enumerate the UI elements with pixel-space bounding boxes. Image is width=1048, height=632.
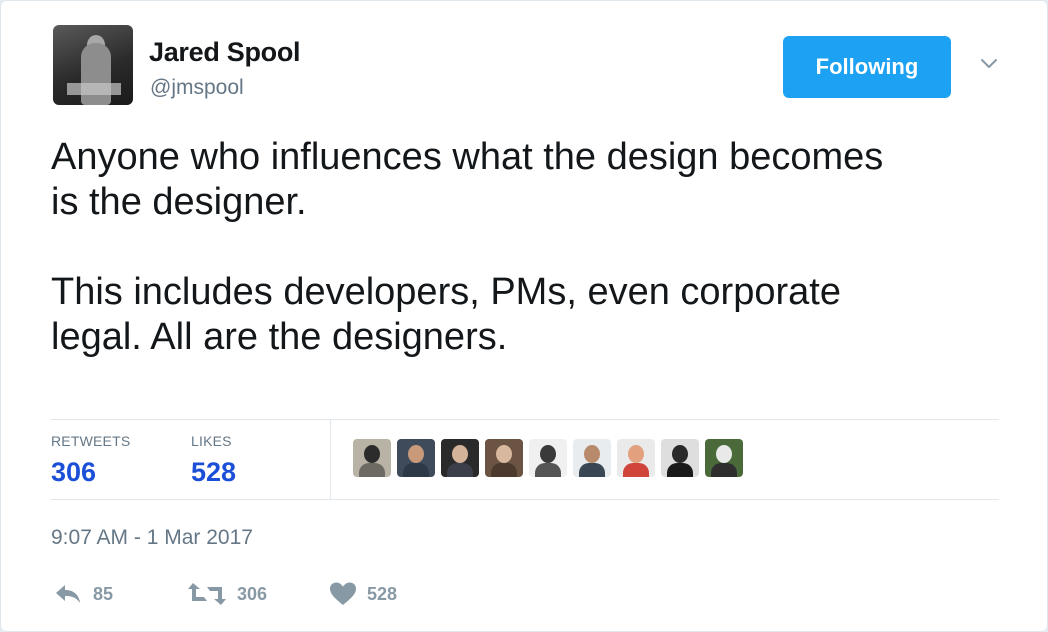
liker-avatar-face	[408, 445, 424, 463]
liker-avatar-body	[491, 463, 517, 477]
retweet-count: 306	[237, 583, 268, 604]
liker-avatar-body	[579, 463, 605, 477]
liker-avatar[interactable]	[529, 439, 567, 477]
retweet-button[interactable]: 306	[187, 579, 267, 609]
following-button[interactable]: Following	[783, 36, 951, 98]
stats-bottom-divider	[51, 499, 999, 500]
liker-avatar-body	[447, 463, 473, 477]
chevron-down-icon[interactable]	[979, 57, 999, 71]
avatar-figure	[81, 43, 111, 105]
liker-avatar-face	[672, 445, 688, 463]
tweet-text: Anyone who influences what the design be…	[51, 135, 1011, 360]
liker-avatars	[353, 439, 743, 477]
reply-button[interactable]: 85	[53, 579, 113, 609]
avatar-sign	[67, 83, 121, 95]
liker-avatar-face	[496, 445, 512, 463]
like-count: 528	[367, 583, 398, 604]
liker-avatar-face	[540, 445, 556, 463]
liker-avatar-body	[667, 463, 693, 477]
liker-avatar[interactable]	[705, 439, 743, 477]
tweet-paragraph: This includes developers, PMs, even corp…	[51, 271, 841, 358]
liker-avatar-body	[711, 463, 737, 477]
tweet-timestamp[interactable]: 9:07 AM - 1 Mar 2017	[51, 526, 253, 550]
liker-avatar-body	[623, 463, 649, 477]
liker-avatar[interactable]	[441, 439, 479, 477]
likes-count[interactable]: 528	[191, 457, 236, 488]
retweets-count[interactable]: 306	[51, 457, 96, 488]
author-handle[interactable]: @jmspool	[150, 76, 244, 100]
liker-avatar[interactable]	[397, 439, 435, 477]
liker-avatar-face	[628, 445, 644, 463]
liker-avatar[interactable]	[661, 439, 699, 477]
stats-top-divider	[51, 419, 999, 420]
reply-icon	[53, 582, 83, 606]
likes-label: LIKES	[191, 433, 232, 449]
liker-avatar[interactable]	[573, 439, 611, 477]
tweet-card: Jared Spool @jmspool Following Anyone wh…	[0, 0, 1048, 632]
retweet-icon	[187, 581, 227, 607]
retweets-label: RETWEETS	[51, 433, 131, 449]
liker-avatar[interactable]	[353, 439, 391, 477]
liker-avatar-face	[364, 445, 380, 463]
heart-icon	[329, 581, 357, 607]
liker-avatar-body	[535, 463, 561, 477]
liker-avatar-body	[359, 463, 385, 477]
stats-separator	[330, 419, 331, 499]
like-button[interactable]: 528	[329, 579, 397, 609]
liker-avatar[interactable]	[485, 439, 523, 477]
author-display-name[interactable]: Jared Spool	[149, 37, 301, 68]
tweet-paragraph: Anyone who influences what the design be…	[51, 136, 884, 223]
liker-avatar-face	[716, 445, 732, 463]
liker-avatar-face	[452, 445, 468, 463]
reply-count: 85	[93, 583, 114, 604]
liker-avatar-face	[584, 445, 600, 463]
liker-avatar-body	[403, 463, 429, 477]
liker-avatar[interactable]	[617, 439, 655, 477]
author-avatar[interactable]	[53, 25, 133, 105]
